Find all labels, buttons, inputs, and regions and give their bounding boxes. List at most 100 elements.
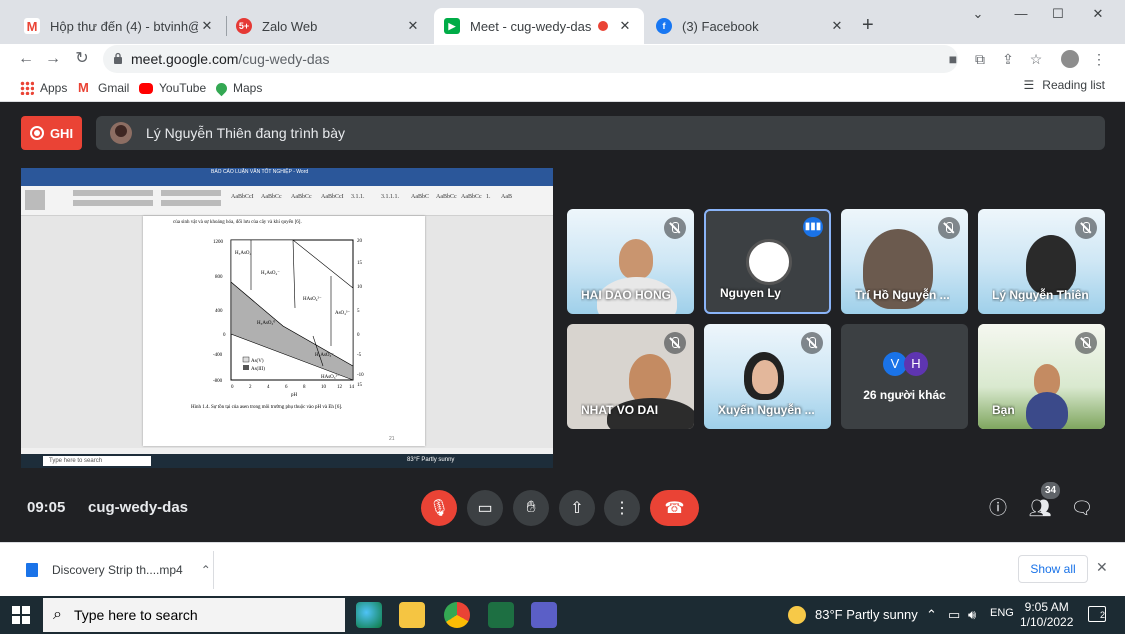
gmail-icon: M	[24, 18, 40, 34]
tab-gmail[interactable]: M Hộp thư đến (4) - btvinh@hcmu ✕	[14, 8, 226, 44]
record-button[interactable]: GHI	[21, 116, 82, 150]
screen-root: M Hộp thư đến (4) - btvinh@hcmu ✕ 5+ Zal…	[0, 0, 1125, 634]
participant-tile-self[interactable]: Bạn	[978, 324, 1105, 429]
svg-text:-5: -5	[357, 353, 362, 358]
excel-icon[interactable]	[488, 602, 514, 628]
teams-icon[interactable]	[531, 602, 557, 628]
address-bar[interactable]: meet.google.com/cug-wedy-das	[103, 45, 958, 73]
share-icon[interactable]: ⇪	[999, 50, 1017, 68]
windows-start-icon[interactable]	[12, 606, 30, 624]
language-indicator[interactable]: ENG	[990, 607, 1014, 619]
present-icon: ⇧	[570, 500, 584, 517]
svg-text:2: 2	[249, 385, 252, 390]
minimize-button[interactable]: —	[1006, 6, 1036, 21]
word-page: của sinh vật và sự khoáng hóa, đối lưu c…	[143, 216, 425, 446]
participant-tile[interactable]: Xuyến Nguyễn ...	[704, 324, 831, 429]
svg-text:1200: 1200	[213, 240, 224, 245]
svg-text:10: 10	[321, 385, 327, 390]
participant-tile[interactable]: HAI DAO HONG	[567, 209, 694, 314]
word-ribbon: AaBbCcI AaBbCc AaBbCc AaBbCcI 3.1.1. 3.1.1.1.…	[21, 178, 553, 216]
present-screen-button[interactable]: ⇧	[559, 490, 595, 526]
participant-tile[interactable]: Lý Nguyễn Thiên	[978, 209, 1105, 314]
zalo-icon: 5+	[236, 18, 252, 34]
profile-avatar[interactable]	[1061, 50, 1079, 68]
tab-zalo[interactable]: 5+ Zalo Web ✕	[226, 8, 432, 44]
camera-toggle-button[interactable]: ▭	[467, 490, 503, 526]
mic-toggle-button[interactable]: 🎙︎	[421, 490, 457, 526]
back-button[interactable]: ←	[15, 48, 37, 70]
reading-list-button[interactable]: ☰ Reading list	[1024, 78, 1105, 92]
speaking-indicator-icon: ▮▮▮	[803, 217, 823, 237]
weather-text[interactable]: 83°F Partly sunny	[815, 607, 918, 622]
maximize-button[interactable]: ☐	[1043, 6, 1073, 22]
bookmark-youtube[interactable]: YouTube	[139, 78, 206, 98]
record-icon	[29, 126, 44, 140]
bookmark-gmail[interactable]: M Gmail	[78, 78, 129, 98]
show-all-button[interactable]: Show all	[1018, 555, 1088, 583]
chat-button[interactable]: 🗨︎	[1069, 495, 1095, 521]
apps-grid-icon	[20, 81, 34, 95]
open-external-icon[interactable]: ⧉	[971, 50, 989, 68]
participant-tile-speaking[interactable]: ▮▮▮ Nguyen Ly	[704, 209, 831, 314]
more-vertical-icon: ⋮	[614, 500, 630, 517]
close-tab-icon[interactable]: ✕	[404, 18, 422, 34]
chrome-icon[interactable]	[444, 602, 470, 628]
edge-icon[interactable]	[356, 602, 382, 628]
taskbar-search[interactable]: ⌕ Type here to search	[43, 598, 345, 632]
weather-icon	[788, 606, 806, 624]
download-bar: Discovery Strip th....mp4 ⌃ Show all ✕	[0, 542, 1125, 596]
others-tile[interactable]: V H 26 người khác	[841, 324, 968, 429]
svg-text:AaBbCc: AaBbCc	[291, 194, 312, 200]
taskbar-clock[interactable]: 9:05 AM 1/10/2022	[1020, 600, 1073, 630]
close-tab-icon[interactable]: ✕	[198, 18, 216, 34]
svg-text:20: 20	[357, 239, 363, 244]
svg-text:3.1.1.1.: 3.1.1.1.	[381, 194, 400, 200]
presenter-text: Lý Nguyễn Thiên đang trình bày	[146, 125, 345, 141]
leave-call-button[interactable]: ☎︎	[650, 490, 699, 526]
hang-up-icon: ☎︎	[664, 500, 685, 517]
download-item[interactable]: Discovery Strip th....mp4 ⌃	[8, 551, 214, 589]
new-tab-button[interactable]: +	[862, 14, 874, 37]
network-icon[interactable]: ▭	[948, 607, 960, 623]
meet-icon: ▶	[444, 18, 460, 34]
volume-icon[interactable]: 🔊︎	[968, 607, 976, 623]
tab-search-chevron-icon[interactable]: ⌄	[963, 6, 993, 22]
tray-chevron-icon[interactable]: ⌃	[926, 607, 937, 623]
reading-list-icon: ☰	[1023, 78, 1035, 92]
raise-hand-button[interactable]: ✋︎	[513, 490, 549, 526]
tab-meet[interactable]: ▶ Meet - cug-wedy-das ✕	[434, 8, 644, 44]
tab-facebook[interactable]: f (3) Facebook ✕	[646, 8, 856, 44]
eh-ph-diagram: H₃AsO₄ H₂AsO₄⁻ HAsO₄²⁻ AsO₄³⁻ H₃AsO₃⁰ H₂AsO₃⁻…	[191, 239, 395, 442]
word-title-bar: BÁO CÁO LUẬN VĂN TỐT NGHIỆP - Word	[21, 168, 553, 178]
reload-button[interactable]: ↻	[71, 48, 93, 70]
bookmark-label: Maps	[233, 81, 263, 95]
chevron-up-icon[interactable]: ⌃	[201, 563, 211, 577]
svg-text:5: 5	[357, 309, 360, 314]
meeting-info-button[interactable]: ⓘ	[985, 495, 1011, 521]
menu-kebab-icon[interactable]: ⋮	[1090, 50, 1108, 68]
tab-title: Meet - cug-wedy-das	[470, 18, 592, 34]
close-tab-icon[interactable]: ✕	[616, 18, 634, 34]
file-explorer-icon[interactable]	[399, 602, 425, 628]
participant-tile[interactable]: Trí Hồ Nguyễn ...	[841, 209, 968, 314]
close-tab-icon[interactable]: ✕	[828, 18, 846, 34]
participant-tile[interactable]: NHAT VO DAI	[567, 324, 694, 429]
bookmark-star-icon[interactable]: ☆	[1027, 50, 1045, 68]
more-options-button[interactable]: ⋮	[604, 490, 640, 526]
svg-text:As(III): As(III)	[251, 367, 265, 372]
presenter-bar: Lý Nguyễn Thiên đang trình bày	[96, 116, 1105, 150]
bookmark-label: Gmail	[98, 81, 130, 95]
close-download-bar-icon[interactable]: ✕	[1096, 559, 1108, 576]
bookmark-apps[interactable]: Apps	[20, 78, 67, 98]
camera-icon[interactable]: ■	[944, 50, 962, 68]
svg-text:15: 15	[357, 383, 363, 388]
meet-stage: GHI Lý Nguyễn Thiên đang trình bày BÁO C…	[7, 102, 1118, 542]
browser-toolbar: ← → ↻ meet.google.com/cug-wedy-das ■ ⧉ ⇪…	[0, 44, 1125, 74]
close-window-button[interactable]: ✕	[1083, 6, 1113, 22]
clock-time: 9:05 AM	[1024, 600, 1069, 614]
svg-text:AaBbCc: AaBbCc	[461, 194, 482, 200]
notifications-icon[interactable]: 2	[1088, 606, 1106, 622]
svg-text:0: 0	[357, 333, 360, 338]
forward-button[interactable]: →	[42, 48, 64, 70]
bookmark-maps[interactable]: Maps	[213, 78, 263, 98]
